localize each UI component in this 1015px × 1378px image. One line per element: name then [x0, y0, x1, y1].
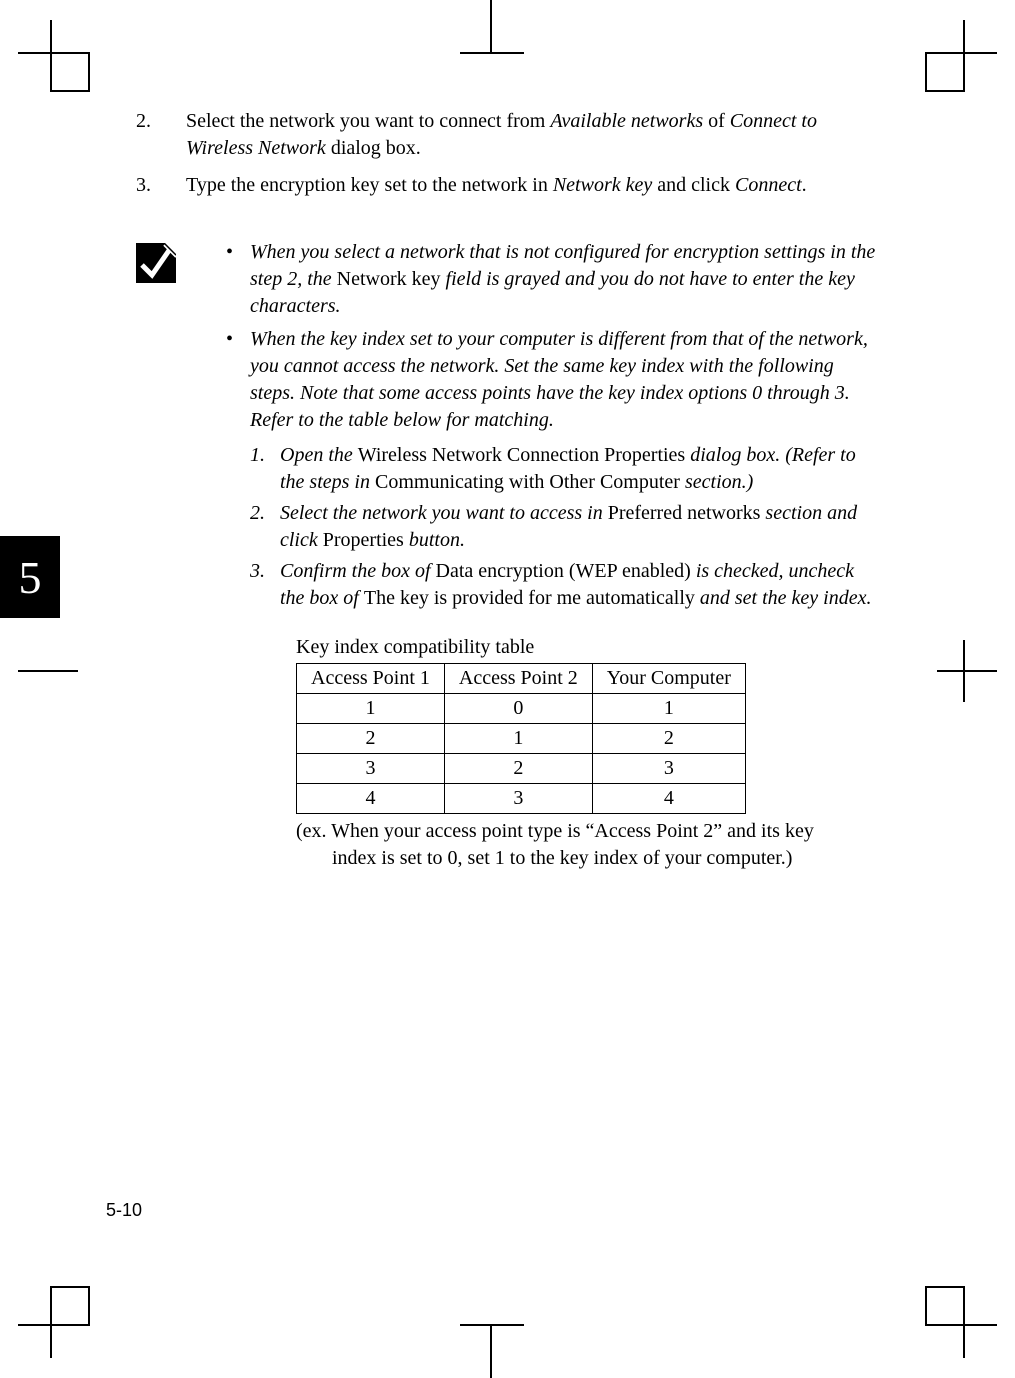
text: Select the network you want to connect f… [186, 110, 550, 132]
text-italic: Connect [735, 174, 802, 196]
sub-step-body: Select the network you want to access in… [280, 500, 876, 554]
table-row: 2 1 2 [297, 724, 746, 754]
sub-step-body: Confirm the box of Data encryption (WEP … [280, 558, 876, 612]
table-row: 3 2 3 [297, 754, 746, 784]
table-header: Access Point 2 [444, 664, 592, 694]
text: Data encryption (WEP enabled) [436, 560, 691, 582]
text: Type the encryption key set to the netwo… [186, 174, 553, 196]
key-index-table: Access Point 1 Access Point 2 Your Compu… [296, 663, 746, 814]
table-header-row: Access Point 1 Access Point 2 Your Compu… [297, 664, 746, 694]
text: and click [652, 174, 735, 196]
chapter-number: 5 [19, 551, 42, 604]
page-number: 5-10 [106, 1200, 142, 1221]
bullet-dot: • [226, 239, 250, 320]
table-cell: 2 [297, 724, 445, 754]
text-italic: Open the [280, 444, 358, 466]
text-italic: section.) [680, 471, 753, 493]
table-row: 1 0 1 [297, 694, 746, 724]
table-caption: Key index compatibility table [296, 634, 876, 661]
page-content: 2. Select the network you want to connec… [136, 108, 876, 872]
sub-step-number: 2. [250, 500, 280, 554]
bullet-text: When the key index set to your computer … [250, 326, 876, 434]
text: Network key [337, 268, 441, 290]
step-3: 3. Type the encryption key set to the ne… [136, 172, 876, 199]
text-italic: Available networks [550, 110, 703, 132]
chapter-tab: 5 [0, 536, 60, 618]
table-row: 4 3 4 [297, 784, 746, 814]
note-content: • When you select a network that is not … [226, 239, 876, 872]
table-cell: 1 [444, 724, 592, 754]
text: (ex. When your access point type is “Acc… [296, 820, 814, 842]
table-cell: 3 [444, 784, 592, 814]
text: The key is provided for me automatically [364, 587, 695, 609]
checkmark-note-icon [136, 243, 176, 283]
sub-step-number: 3. [250, 558, 280, 612]
bullet-dot: • [226, 326, 250, 434]
key-index-table-wrap: Key index compatibility table Access Poi… [296, 634, 876, 872]
table-cell: 2 [592, 724, 745, 754]
sub-step-2: 2. Select the network you want to access… [250, 500, 876, 554]
sub-steps: 1. Open the Wireless Network Connection … [250, 442, 876, 612]
table-cell: 0 [444, 694, 592, 724]
table-cell: 2 [444, 754, 592, 784]
note-bullet-1: • When you select a network that is not … [226, 239, 876, 320]
note-block: • When you select a network that is not … [136, 239, 876, 872]
text: of [703, 110, 730, 132]
sub-step-body: Open the Wireless Network Connection Pro… [280, 442, 876, 496]
table-cell: 4 [297, 784, 445, 814]
step-number: 3. [136, 172, 186, 199]
text: index is set to 0, set 1 to the key inde… [332, 845, 792, 872]
step-body: Select the network you want to connect f… [186, 108, 876, 162]
text: Properties [323, 529, 404, 551]
step-number: 2. [136, 108, 186, 162]
table-header: Access Point 1 [297, 664, 445, 694]
text-italic: Confirm the box of [280, 560, 436, 582]
sub-step-number: 1. [250, 442, 280, 496]
text-italic: button. [404, 529, 465, 551]
sub-step-3: 3. Confirm the box of Data encryption (W… [250, 558, 876, 612]
sub-step-1: 1. Open the Wireless Network Connection … [250, 442, 876, 496]
table-cell: 3 [592, 754, 745, 784]
step-body: Type the encryption key set to the netwo… [186, 172, 876, 199]
table-cell: 4 [592, 784, 745, 814]
table-header: Your Computer [592, 664, 745, 694]
table-cell: 3 [297, 754, 445, 784]
table-cell: 1 [592, 694, 745, 724]
step-2: 2. Select the network you want to connec… [136, 108, 876, 162]
text: Communicating with Other Computer [375, 471, 680, 493]
text: dialog box. [326, 137, 421, 159]
text-italic: and set the key index. [695, 587, 872, 609]
text-italic: Select the network you want to access in [280, 502, 608, 524]
bullet-text: When you select a network that is not co… [250, 239, 876, 320]
note-bullet-2: • When the key index set to your compute… [226, 326, 876, 434]
text: Wireless Network Connection Properties [358, 444, 685, 466]
text-italic: Network key [553, 174, 652, 196]
text: Preferred networks [608, 502, 761, 524]
table-cell: 1 [297, 694, 445, 724]
table-example: (ex. When your access point type is “Acc… [296, 818, 876, 872]
text: . [802, 174, 807, 196]
